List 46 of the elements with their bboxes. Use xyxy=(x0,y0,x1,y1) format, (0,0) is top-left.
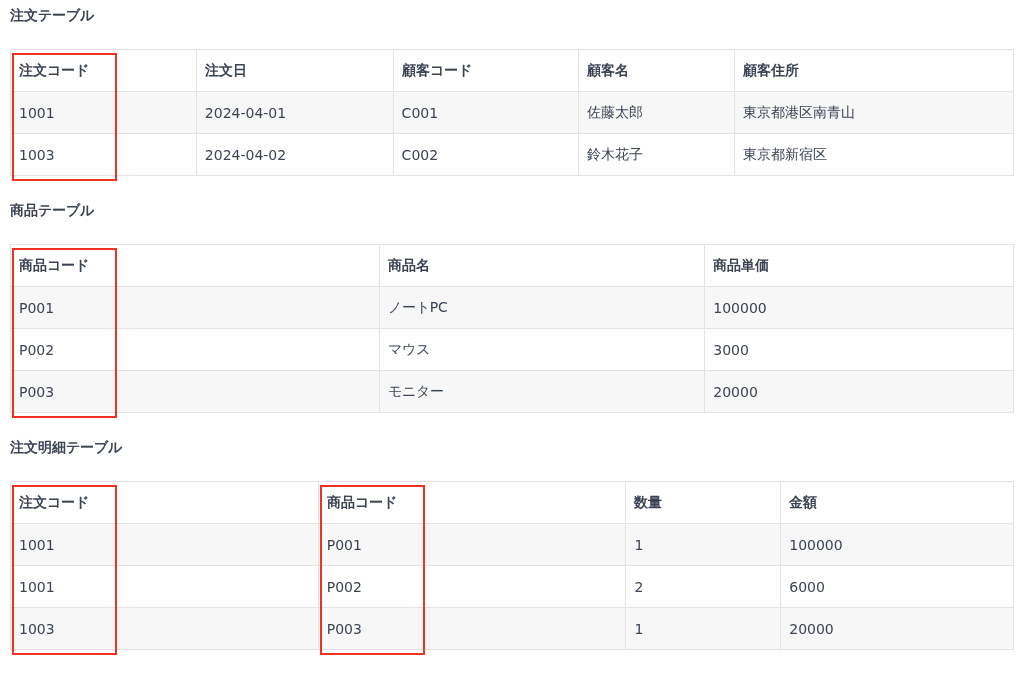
column-header: 注文コード xyxy=(11,50,197,92)
table-cell: C002 xyxy=(393,134,580,176)
column-header: 顧客コード xyxy=(393,50,580,92)
table-cell: 1003 xyxy=(11,134,197,176)
column-header: 商品コード xyxy=(318,482,627,524)
table-cell: モニター xyxy=(379,371,706,413)
table-cell: P001 xyxy=(11,287,380,329)
table-cell: P003 xyxy=(318,608,627,650)
table-cell: マウス xyxy=(379,329,706,371)
column-header: 顧客名 xyxy=(579,50,736,92)
column-header: 商品単価 xyxy=(705,245,1014,287)
table-cell: 1 xyxy=(626,524,782,566)
table-cell: 100000 xyxy=(781,524,1014,566)
table-cell: 2 xyxy=(626,566,782,608)
table-cell: 鈴木花子 xyxy=(579,134,736,176)
table-cell: 100000 xyxy=(705,287,1014,329)
table-cell: P002 xyxy=(11,329,380,371)
table-cell: 6000 xyxy=(781,566,1014,608)
column-header: 商品名 xyxy=(379,245,706,287)
table-cell: 東京都新宿区 xyxy=(735,134,1014,176)
table-cell: 3000 xyxy=(705,329,1014,371)
table-title: 商品テーブル xyxy=(10,201,94,220)
table-cell: P001 xyxy=(318,524,627,566)
table-cell: C001 xyxy=(393,92,580,134)
table-cell: 20000 xyxy=(781,608,1014,650)
column-header: 商品コード xyxy=(11,245,380,287)
column-header: 顧客住所 xyxy=(735,50,1014,92)
table-cell: 1003 xyxy=(11,608,319,650)
table-cell: 1001 xyxy=(11,524,319,566)
table-title: 注文テーブル xyxy=(10,6,94,25)
column-header: 数量 xyxy=(626,482,782,524)
column-header: 金額 xyxy=(781,482,1014,524)
table-cell: 1 xyxy=(626,608,782,650)
table-cell: ノートPC xyxy=(379,287,706,329)
table-cell: 佐藤太郎 xyxy=(579,92,736,134)
table-cell: 2024-04-01 xyxy=(196,92,394,134)
table-cell: P002 xyxy=(318,566,627,608)
table-title: 注文明細テーブル xyxy=(10,438,122,457)
table-cell: 1001 xyxy=(11,92,197,134)
table-cell: 20000 xyxy=(705,371,1014,413)
column-header: 注文コード xyxy=(11,482,319,524)
table-cell: P003 xyxy=(11,371,380,413)
table-cell: 1001 xyxy=(11,566,319,608)
table-cell: 2024-04-02 xyxy=(196,134,394,176)
table-cell: 東京都港区南青山 xyxy=(735,92,1014,134)
column-header: 注文日 xyxy=(196,50,394,92)
